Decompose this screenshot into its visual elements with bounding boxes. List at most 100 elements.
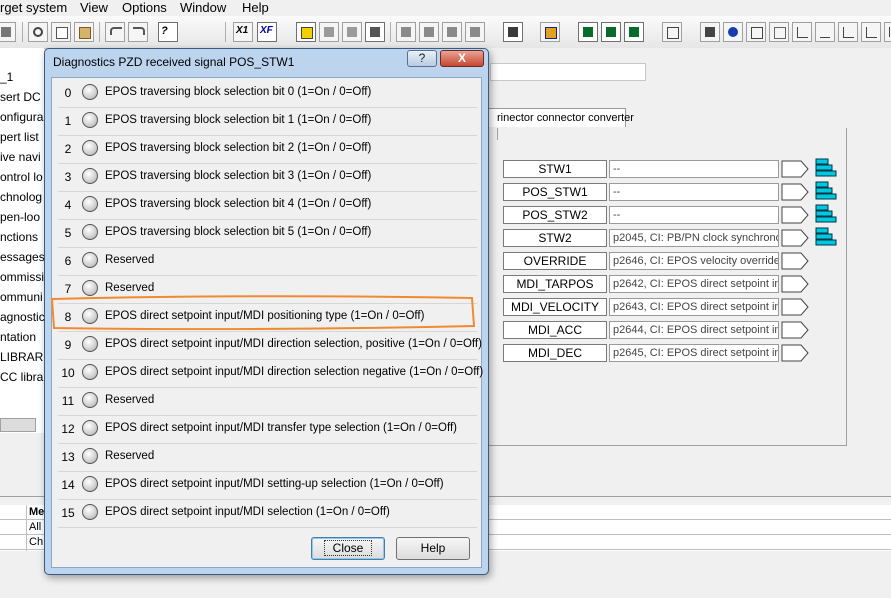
led-off-icon <box>82 84 98 100</box>
arrow-right-icon[interactable] <box>781 275 809 293</box>
tree-item[interactable]: ontrol lo <box>0 170 44 184</box>
led-off-icon <box>82 392 98 408</box>
oscilloscope-icon[interactable] <box>578 22 598 42</box>
arrow-right-icon[interactable] <box>781 321 809 339</box>
device-icon[interactable] <box>540 22 560 42</box>
formula-x1-icon[interactable]: X1 <box>233 22 253 42</box>
copy-icon[interactable] <box>51 22 71 42</box>
menu-options[interactable]: Options <box>122 0 167 15</box>
arrow-right-icon[interactable] <box>781 183 809 201</box>
tab-connector-converter[interactable]: rinector connector converter <box>480 108 634 127</box>
toolbar-separator <box>225 22 226 42</box>
compare-icon[interactable] <box>503 22 523 42</box>
connector-icon[interactable] <box>814 204 842 224</box>
tree-item[interactable]: chnolog <box>0 190 44 204</box>
network-icon[interactable] <box>746 22 766 42</box>
ramp-icon[interactable] <box>792 22 812 42</box>
connector-icon[interactable] <box>814 158 842 178</box>
grid-icon[interactable] <box>769 22 789 42</box>
trace-icon[interactable] <box>365 22 385 42</box>
led-off-icon <box>82 420 98 436</box>
signal-source-field[interactable]: p2642, CI: EPOS direct setpoint inp <box>609 275 779 293</box>
tree-item[interactable]: CC librar <box>0 370 44 384</box>
context-help-icon[interactable]: ? <box>158 22 178 42</box>
tree-item[interactable]: sert DC <box>0 90 44 104</box>
signal-source-field[interactable]: p2644, CI: EPOS direct setpoint inp <box>609 321 779 339</box>
arrow-right-icon[interactable] <box>781 344 809 362</box>
tree-item[interactable]: _1 <box>0 70 44 84</box>
save-to-device-icon[interactable] <box>442 22 462 42</box>
bit-description: EPOS traversing block selection bit 3 (1… <box>105 170 372 182</box>
connector-icon[interactable] <box>814 181 842 201</box>
signal-label-mdi-tarpos: MDI_TARPOS <box>503 275 607 293</box>
tree-item[interactable]: essages <box>0 250 44 264</box>
signal-source-field[interactable]: -- <box>609 160 779 178</box>
bit-description: EPOS traversing block selection bit 5 (1… <box>105 226 372 238</box>
fit-icon[interactable] <box>662 22 682 42</box>
formula-xf-icon[interactable]: XF <box>257 22 277 42</box>
tree-item[interactable]: LIBRARII <box>0 350 44 364</box>
arrow-right-icon[interactable] <box>781 229 809 247</box>
arrow-right-icon[interactable] <box>781 298 809 316</box>
close-button[interactable]: Close <box>311 537 385 560</box>
signal-source-field[interactable]: p2645, CI: EPOS direct setpoint inp <box>609 344 779 362</box>
menu-view[interactable]: View <box>80 0 108 15</box>
tree-item[interactable]: agnostic <box>0 310 44 324</box>
tree-item[interactable]: onfigura <box>0 110 44 124</box>
print-icon[interactable] <box>0 22 16 42</box>
menu-help[interactable]: Help <box>242 0 269 15</box>
function-generator-icon[interactable] <box>624 22 644 42</box>
tree-item[interactable]: nctions <box>0 230 44 244</box>
bit-number: 4 <box>64 198 72 212</box>
table-header[interactable]: Me <box>29 506 45 518</box>
limit-icon[interactable] <box>815 22 835 42</box>
paste-icon[interactable] <box>74 22 94 42</box>
cut-icon[interactable] <box>28 22 48 42</box>
menu-window[interactable]: Window <box>180 0 226 15</box>
undo-icon[interactable] <box>105 22 125 42</box>
toolbar-separator <box>22 22 23 42</box>
curve-icon-2[interactable] <box>861 22 881 42</box>
signal-source-field[interactable]: p2643, CI: EPOS direct setpoint inp <box>609 298 779 316</box>
led-off-icon <box>82 140 98 156</box>
arrow-right-icon[interactable] <box>781 160 809 178</box>
tree-horizontal-scrollbar[interactable] <box>0 418 36 432</box>
tree-item[interactable]: pert list <box>0 130 44 144</box>
signal-source-field[interactable]: p2045, CI: PB/PN clock synchrono <box>609 229 779 247</box>
toolbar: ? X1 XF <box>0 16 891 49</box>
close-icon[interactable]: X <box>440 50 484 67</box>
redo-icon[interactable] <box>128 22 148 42</box>
curve-icon-3[interactable] <box>884 22 891 42</box>
tree-item[interactable]: pen-loo <box>0 210 44 224</box>
signal-source-field[interactable]: -- <box>609 183 779 201</box>
signal-source-field[interactable]: -- <box>609 206 779 224</box>
bit-description: Reserved <box>105 282 155 294</box>
settings-icon[interactable] <box>723 22 743 42</box>
list-icon[interactable] <box>700 22 720 42</box>
tree-item[interactable]: ommissi <box>0 270 44 284</box>
tree-item[interactable]: ive navi <box>0 150 44 164</box>
bit-number: 6 <box>64 254 72 268</box>
tree-item[interactable]: ntation <box>0 330 44 344</box>
tree-item[interactable]: ommuni <box>0 290 44 304</box>
connect-icon[interactable] <box>296 22 316 42</box>
upload-icon[interactable] <box>342 22 362 42</box>
load-icon[interactable] <box>419 22 439 42</box>
cross-icon[interactable] <box>396 22 416 42</box>
arrow-right-icon[interactable] <box>781 252 809 270</box>
measure-icon[interactable] <box>601 22 621 42</box>
bit-description: EPOS direct setpoint input/MDI selection… <box>105 506 390 518</box>
signal-source-field[interactable]: p2646, CI: EPOS velocity override <box>609 252 779 270</box>
bit-description: EPOS traversing block selection bit 4 (1… <box>105 198 372 210</box>
download-icon[interactable] <box>319 22 339 42</box>
menu-target-system[interactable]: rget system <box>0 0 67 15</box>
help-icon[interactable]: ? <box>407 50 437 67</box>
help-button[interactable]: Help <box>396 537 470 560</box>
connector-icon[interactable] <box>814 227 842 247</box>
arrow-right-icon[interactable] <box>781 206 809 224</box>
copy-ram-icon[interactable] <box>465 22 485 42</box>
bit-number: 9 <box>64 338 72 352</box>
menu-bar: rget system View Options Window Help <box>0 0 891 16</box>
curve-icon[interactable] <box>838 22 858 42</box>
bit-number: 13 <box>61 450 75 464</box>
